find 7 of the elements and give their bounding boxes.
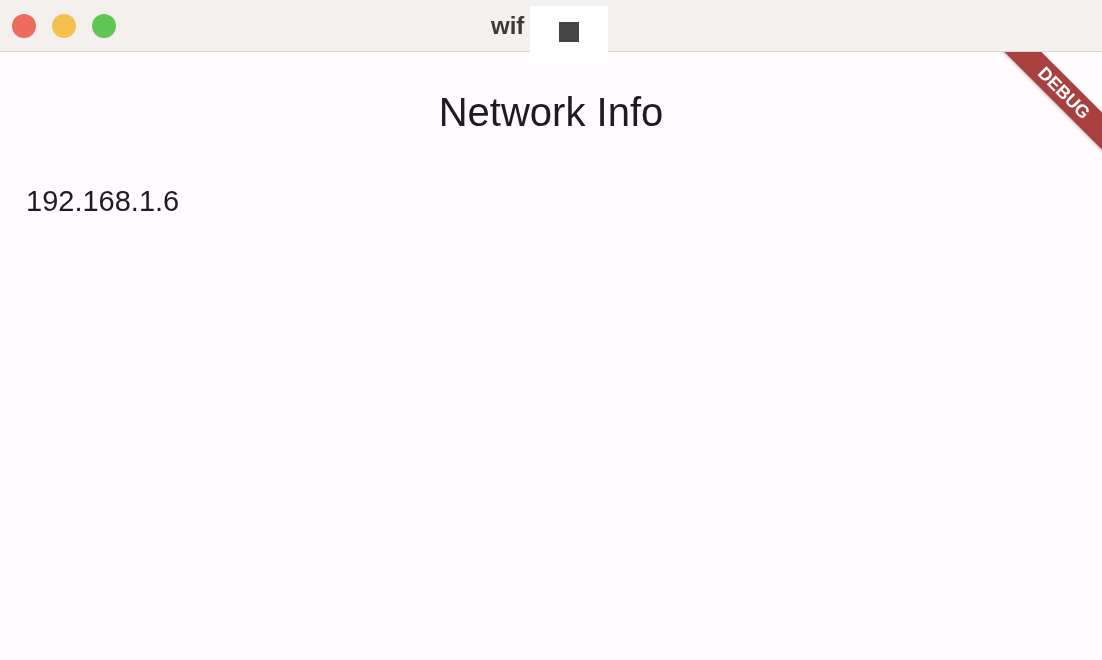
minimize-button[interactable] (52, 13, 76, 38)
stop-icon[interactable] (559, 22, 579, 42)
app-bar-title: Network Info (438, 89, 664, 136)
maximize-button[interactable] (92, 13, 116, 38)
close-button[interactable] (12, 13, 36, 38)
window-title: wif (491, 10, 525, 41)
ip-address-text: 192.168.1.6 (25, 184, 180, 219)
